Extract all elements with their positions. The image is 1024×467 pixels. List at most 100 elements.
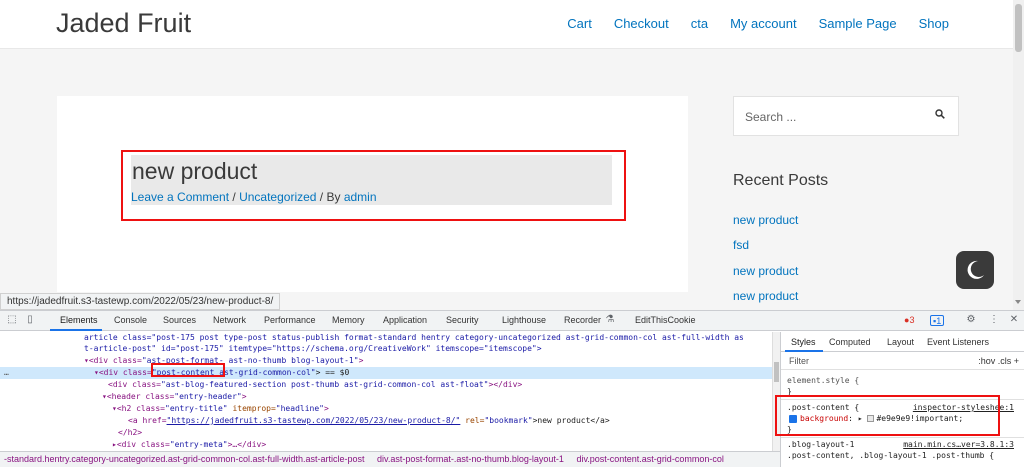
highlight-box-post-content	[151, 363, 225, 377]
error-count: 3	[909, 315, 915, 325]
error-count-badge[interactable]: ●3	[902, 315, 916, 326]
page-scrollbar[interactable]	[1013, 0, 1024, 310]
dom-scrollbar-thumb[interactable]	[774, 362, 779, 382]
breadcrumb-item[interactable]: -standard.hentry.category-uncategorized.…	[4, 454, 364, 464]
dom-tag: <div class=	[98, 368, 152, 377]
dom-line-selected[interactable]: … ▾<div class="post-content ast-grid-comm…	[0, 367, 772, 379]
dom-article-attrs: article class="post-175 post type-post s…	[84, 333, 744, 342]
element-breadcrumbs: -standard.hentry.category-uncategorized.…	[0, 451, 780, 467]
page-scrollbar-thumb[interactable]	[1015, 4, 1022, 52]
dom-tag: <header class=	[106, 392, 175, 401]
dom-tag-end: >	[358, 356, 364, 365]
moon-icon	[967, 260, 984, 279]
dom-href-link[interactable]: "https://jadedfruit.s3-tastewp.com/2022/…	[167, 416, 461, 425]
dom-tag-end: ></div>	[488, 380, 523, 389]
ellipsis-icon[interactable]: …	[4, 367, 9, 379]
nav-cart[interactable]: Cart	[567, 16, 592, 31]
dom-attr-value: "entry-header"	[174, 392, 242, 401]
more-options-icon[interactable]: ⋮	[988, 314, 1000, 326]
dom-tag-end: >…</div>	[227, 440, 267, 449]
close-devtools-icon[interactable]: ✕	[1008, 314, 1020, 326]
nav-my-account[interactable]: My account	[730, 16, 796, 31]
dom-tag-end: >	[241, 392, 247, 401]
tab-styles[interactable]: Styles	[791, 337, 816, 347]
rule-selector[interactable]: .post-content, .blog-layout-1 .post-thum…	[787, 451, 994, 460]
dom-attr-name: itemprop=	[227, 404, 276, 413]
search-placeholder: Search ...	[745, 110, 797, 124]
search-icon[interactable]	[935, 109, 945, 119]
dom-tag: <div class=	[116, 440, 170, 449]
breadcrumb-item[interactable]: div.ast-post-format-.ast-no-thumb.blog-l…	[377, 454, 564, 464]
dom-line[interactable]: ▾<header class="entry-header">	[102, 391, 247, 403]
tab-application[interactable]: Application	[383, 315, 427, 325]
dom-line[interactable]: t-article-post" id="post-175" itemtype="…	[84, 343, 542, 355]
scroll-down-arrow-icon[interactable]	[1015, 300, 1021, 304]
site-title[interactable]: Jaded Fruit	[56, 8, 191, 39]
breadcrumb-item[interactable]: div.post-content.ast-grid-common-col	[576, 454, 723, 464]
tab-elements[interactable]: Elements	[60, 315, 98, 325]
site-header: Jaded Fruit Cart Checkout cta My account…	[0, 0, 1013, 49]
active-tab-indicator	[50, 329, 102, 331]
nav-shop[interactable]: Shop	[919, 16, 949, 31]
recent-post-link[interactable]: new product	[733, 289, 798, 303]
dom-attr-value: "bookmark"	[484, 416, 533, 425]
tab-layout[interactable]: Layout	[887, 337, 914, 347]
tab-editthiscookie[interactable]: EditThisCookie	[635, 315, 696, 325]
dom-attr-name: rel=	[460, 416, 485, 425]
dom-line[interactable]: <a href="https://jadedfruit.s3-tastewp.c…	[128, 415, 610, 427]
inspect-element-icon[interactable]: ⬚	[6, 314, 18, 326]
tab-lighthouse[interactable]: Lighthouse	[502, 315, 546, 325]
element-style-rule[interactable]: element.style {	[787, 376, 859, 385]
dom-attr-value: "entry-meta"	[169, 440, 228, 449]
recent-post-link[interactable]: new product	[733, 213, 798, 227]
tab-console[interactable]: Console	[114, 315, 147, 325]
dom-attr-value: "headline"	[275, 404, 324, 413]
filter-tools[interactable]: :hov .cls +	[978, 356, 1019, 366]
dom-line[interactable]: ▸<div class="entry-meta">…</div>	[112, 439, 266, 451]
search-input[interactable]: Search ...	[733, 96, 959, 136]
dom-attr-value: ast-grid-common-col"	[214, 368, 316, 377]
dom-attr-value: "ast-blog-featured-section post-thumb as…	[160, 380, 489, 389]
highlight-box-entry-header	[121, 150, 626, 221]
dom-line[interactable]: <div class="ast-blog-featured-section po…	[108, 379, 522, 391]
message-count: 1	[936, 316, 942, 326]
dom-line[interactable]: ▾<h2 class="entry-title" itemprop="headl…	[112, 403, 329, 415]
dom-tag: <div class=	[108, 380, 161, 389]
nav-checkout[interactable]: Checkout	[614, 16, 669, 31]
dom-line[interactable]: </h2>	[118, 427, 142, 439]
devtools-panel: ⬚ ▯ Elements Console Sources Network Per…	[0, 310, 1024, 467]
dom-close-tag: </h2>	[118, 428, 143, 437]
dom-tag-end: >	[323, 404, 329, 413]
nav-cta[interactable]: cta	[691, 16, 708, 31]
filter-placeholder: Filter	[789, 356, 809, 366]
tab-network[interactable]: Network	[213, 315, 246, 325]
dark-mode-toggle[interactable]	[956, 251, 994, 289]
tab-security[interactable]: Security	[446, 315, 479, 325]
tab-sources[interactable]: Sources	[163, 315, 196, 325]
dom-scrollbar[interactable]	[772, 332, 780, 456]
highlight-box-style-rule	[775, 395, 1000, 436]
recent-post-link[interactable]: new product	[733, 264, 798, 278]
recent-post-link[interactable]: fsd	[733, 238, 749, 252]
tab-performance[interactable]: Performance	[264, 315, 316, 325]
tab-memory[interactable]: Memory	[332, 315, 365, 325]
nav-sample-page[interactable]: Sample Page	[819, 16, 897, 31]
rule-selector[interactable]: .blog-layout-1	[787, 440, 854, 449]
tab-recorder[interactable]: Recorder	[564, 315, 601, 325]
rule-source-link[interactable]: main.min.cs…ver=3.8.1:3	[903, 440, 1014, 449]
styles-filter-input[interactable]: Filter :hov .cls +	[781, 352, 1024, 370]
tab-event-listeners[interactable]: Event Listeners	[927, 337, 989, 347]
page: Jaded Fruit Cart Checkout cta My account…	[0, 0, 1024, 467]
dom-tag: <h2 class=	[116, 404, 165, 413]
tab-computed[interactable]: Computed	[829, 337, 871, 347]
status-url-tooltip: https://jadedfruit.s3-tastewp.com/2022/0…	[0, 293, 281, 310]
dom-text: >new product</a>	[532, 416, 610, 425]
styles-tabbar: Styles Computed Layout Event Listeners	[781, 332, 1024, 352]
devtools-tabbar: ⬚ ▯ Elements Console Sources Network Per…	[0, 311, 1024, 331]
device-toolbar-icon[interactable]: ▯	[24, 314, 36, 326]
settings-gear-icon[interactable]: ⚙	[965, 314, 977, 326]
rule-divider	[781, 437, 1024, 438]
dom-attr-value: "entry-title"	[165, 404, 228, 413]
message-count-badge[interactable]: ▪1	[930, 315, 945, 326]
dom-tag-end: > == $0	[315, 368, 350, 377]
